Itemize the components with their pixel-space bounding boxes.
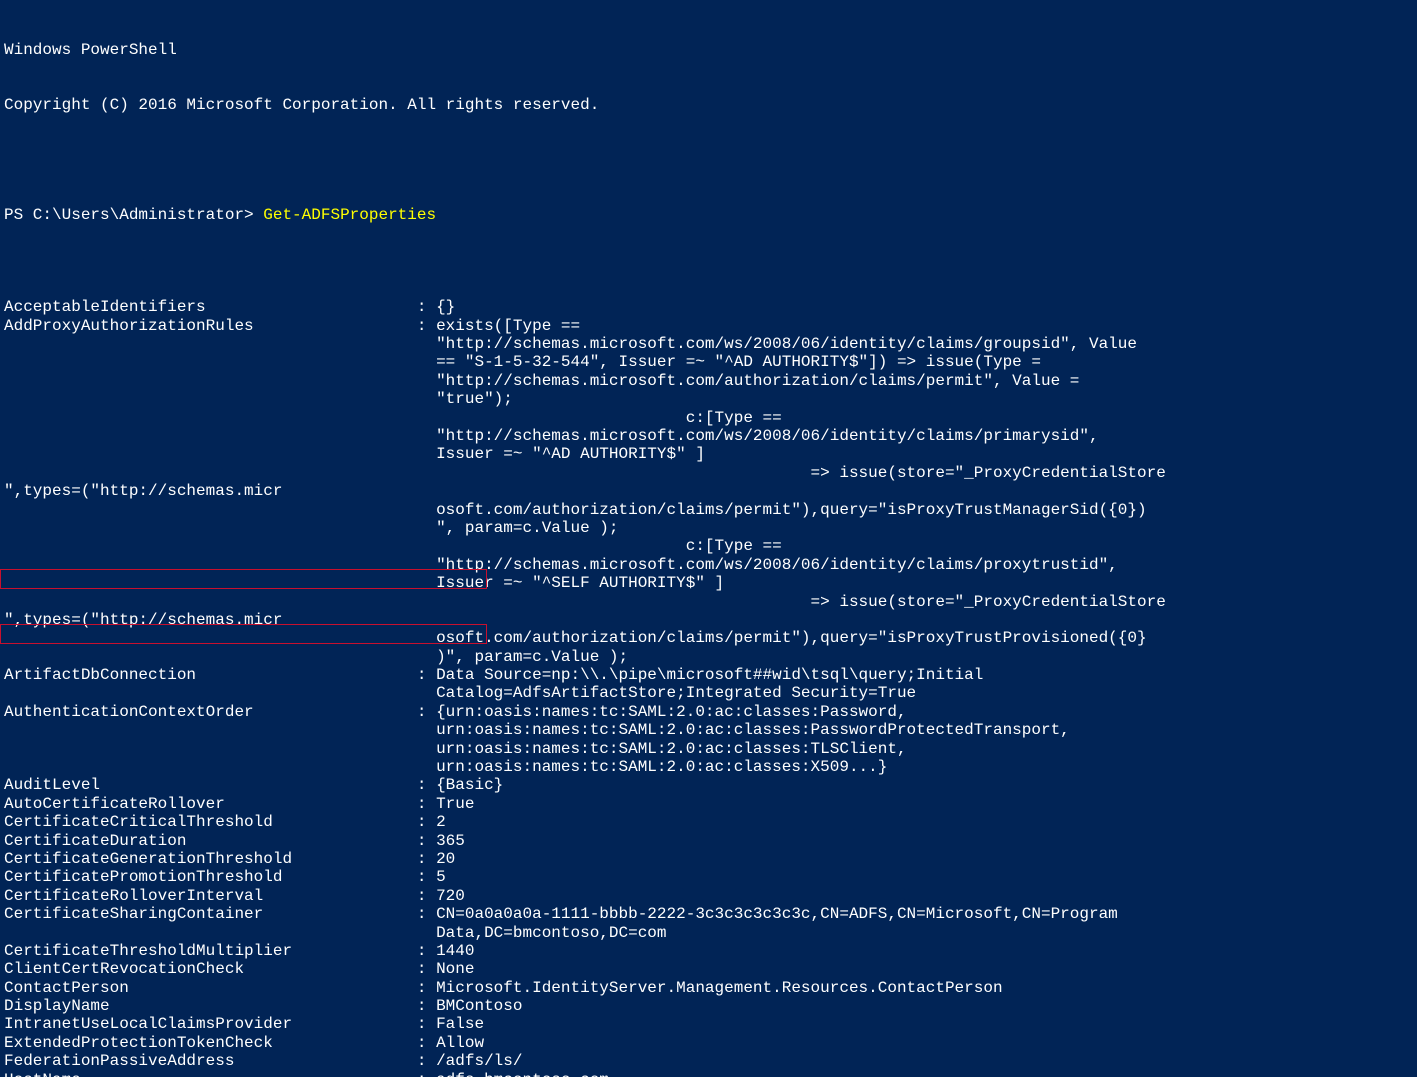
output-line: osoft.com/authorization/claims/permit"),… (4, 629, 1417, 647)
output-line: ContactPerson : Microsoft.IdentityServer… (4, 979, 1417, 997)
output-line: osoft.com/authorization/claims/permit"),… (4, 501, 1417, 519)
output-line: AuthenticationContextOrder : {urn:oasis:… (4, 703, 1417, 721)
output-line (4, 280, 1417, 298)
prompt-prefix: PS C:\Users\Administrator> (4, 206, 263, 224)
output-line: => issue(store="_ProxyCredentialStore (4, 464, 1417, 482)
output-line: ExtendedProtectionTokenCheck : Allow (4, 1034, 1417, 1052)
output-line: c:[Type == (4, 537, 1417, 555)
output-line: "true"); (4, 390, 1417, 408)
output-line: == "S-1-5-32-544", Issuer =~ "^AD AUTHOR… (4, 353, 1417, 371)
output-line: AutoCertificateRollover : True (4, 795, 1417, 813)
output-line: ClientCertRevocationCheck : None (4, 960, 1417, 978)
output-line: )", param=c.Value ); (4, 648, 1417, 666)
blank-line (4, 151, 1417, 169)
output-line: CertificateGenerationThreshold : 20 (4, 850, 1417, 868)
output-line: urn:oasis:names:tc:SAML:2.0:ac:classes:X… (4, 758, 1417, 776)
output-line: Issuer =~ "^SELF AUTHORITY$" ] (4, 574, 1417, 592)
output-line: AddProxyAuthorizationRules : exists([Typ… (4, 317, 1417, 335)
output-line: HostName : adfs.bmcontoso.com (4, 1071, 1417, 1077)
output-line: "http://schemas.microsoft.com/ws/2008/06… (4, 556, 1417, 574)
output-line: CertificateThresholdMultiplier : 1440 (4, 942, 1417, 960)
command-text: Get-ADFSProperties (263, 206, 436, 224)
output-line: "http://schemas.microsoft.com/ws/2008/06… (4, 335, 1417, 353)
output-line: c:[Type == (4, 409, 1417, 427)
output-line: "http://schemas.microsoft.com/authorizat… (4, 372, 1417, 390)
copyright-line: Copyright (C) 2016 Microsoft Corporation… (4, 96, 1417, 114)
output-line: CertificateDuration : 365 (4, 832, 1417, 850)
output-line (4, 261, 1417, 279)
output-line: CertificateSharingContainer : CN=0a0a0a0… (4, 905, 1417, 923)
output-line: Data,DC=bmcontoso,DC=com (4, 924, 1417, 942)
output-line: DisplayName : BMContoso (4, 997, 1417, 1015)
output-line: urn:oasis:names:tc:SAML:2.0:ac:classes:T… (4, 740, 1417, 758)
output-line: => issue(store="_ProxyCredentialStore (4, 593, 1417, 611)
output-line: FederationPassiveAddress : /adfs/ls/ (4, 1052, 1417, 1070)
output-line: "http://schemas.microsoft.com/ws/2008/06… (4, 427, 1417, 445)
output-line: ",types=("http://schemas.micr (4, 611, 1417, 629)
prompt-line[interactable]: PS C:\Users\Administrator> Get-ADFSPrope… (4, 206, 1417, 224)
output-line: AuditLevel : {Basic} (4, 776, 1417, 794)
output-line: CertificatePromotionThreshold : 5 (4, 868, 1417, 886)
output-line: CertificateCriticalThreshold : 2 (4, 813, 1417, 831)
output-line: AcceptableIdentifiers : {} (4, 298, 1417, 316)
output-line: IntranetUseLocalClaimsProvider : False (4, 1015, 1417, 1033)
powershell-terminal[interactable]: Windows PowerShell Copyright (C) 2016 Mi… (0, 0, 1417, 1077)
output-line: urn:oasis:names:tc:SAML:2.0:ac:classes:P… (4, 721, 1417, 739)
output-line: CertificateRolloverInterval : 720 (4, 887, 1417, 905)
output-line: Issuer =~ "^AD AUTHORITY$" ] (4, 445, 1417, 463)
command-output: AcceptableIdentifiers : {}AddProxyAuthor… (4, 261, 1417, 1077)
output-line: ",types=("http://schemas.micr (4, 482, 1417, 500)
output-line: Catalog=AdfsArtifactStore;Integrated Sec… (4, 684, 1417, 702)
output-line: ArtifactDbConnection : Data Source=np:\\… (4, 666, 1417, 684)
window-title: Windows PowerShell (4, 41, 1417, 59)
output-line: ", param=c.Value ); (4, 519, 1417, 537)
